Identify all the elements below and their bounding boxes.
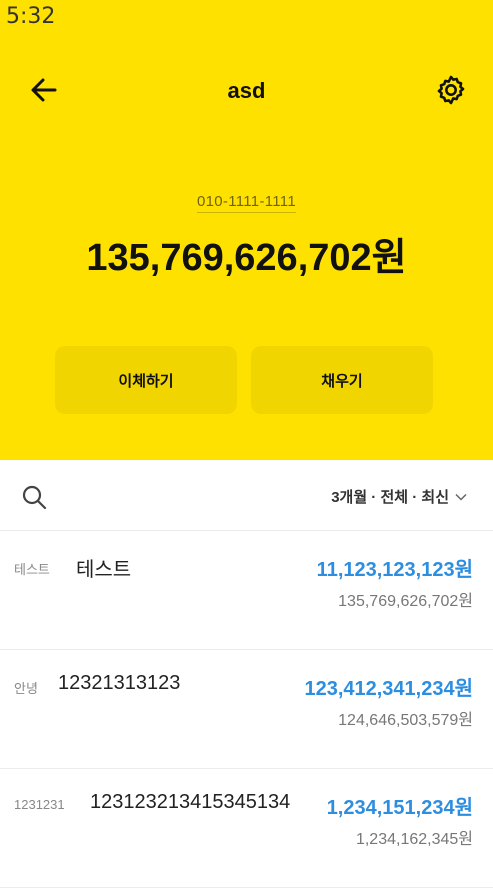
chevron-down-icon (455, 493, 467, 501)
fill-button[interactable]: 채우기 (251, 346, 433, 414)
filter-dropdown[interactable]: 3개월 · 전체 · 최신 (331, 486, 467, 507)
filter-bar: 3개월 · 전체 · 최신 (0, 460, 493, 531)
transaction-amount: 11,123,123,123원 (316, 559, 473, 581)
page-title: asd (227, 78, 266, 103)
transaction-name: 테스트 (76, 559, 132, 581)
account-number[interactable]: 010-1111-1111 (0, 193, 493, 213)
account-number-text: 010-1111-1111 (197, 193, 296, 213)
settings-button[interactable] (429, 68, 473, 112)
transaction-category: 1231231 (14, 797, 65, 812)
transaction-category: 테스트 (14, 562, 50, 577)
transfer-button[interactable]: 이체하기 (55, 346, 237, 414)
transaction-row[interactable]: 1231231 123123213415345134 1,234,151,234… (0, 769, 493, 888)
search-button[interactable] (20, 483, 48, 511)
transaction-name: 12321313123 (58, 672, 181, 694)
transaction-balance: 124,646,503,579원 (338, 712, 473, 729)
account-balance: 135,769,626,702원 (86, 237, 407, 279)
gear-icon (437, 75, 465, 105)
transaction-amount: 1,234,151,234원 (326, 797, 473, 819)
transaction-name: 123123213415345134 (90, 791, 291, 813)
filter-label: 3개월 · 전체 · 최신 (331, 489, 449, 506)
transaction-balance: 135,769,626,702원 (338, 593, 473, 610)
transaction-row[interactable]: 테스트 테스트 11,123,123,123원 135,769,626,702원 (0, 531, 493, 650)
transaction-category: 안녕 (14, 681, 38, 696)
search-icon (22, 485, 47, 510)
transaction-amount: 123,412,341,234원 (304, 678, 473, 700)
status-time: 5:32 (6, 4, 56, 29)
transaction-row[interactable]: 안녕 12321313123 123,412,341,234원 124,646,… (0, 650, 493, 769)
account-header: 5:32 asd 010-1111-1111 135,769,626,702원 … (0, 0, 493, 460)
transaction-balance: 1,234,162,345원 (355, 831, 473, 848)
